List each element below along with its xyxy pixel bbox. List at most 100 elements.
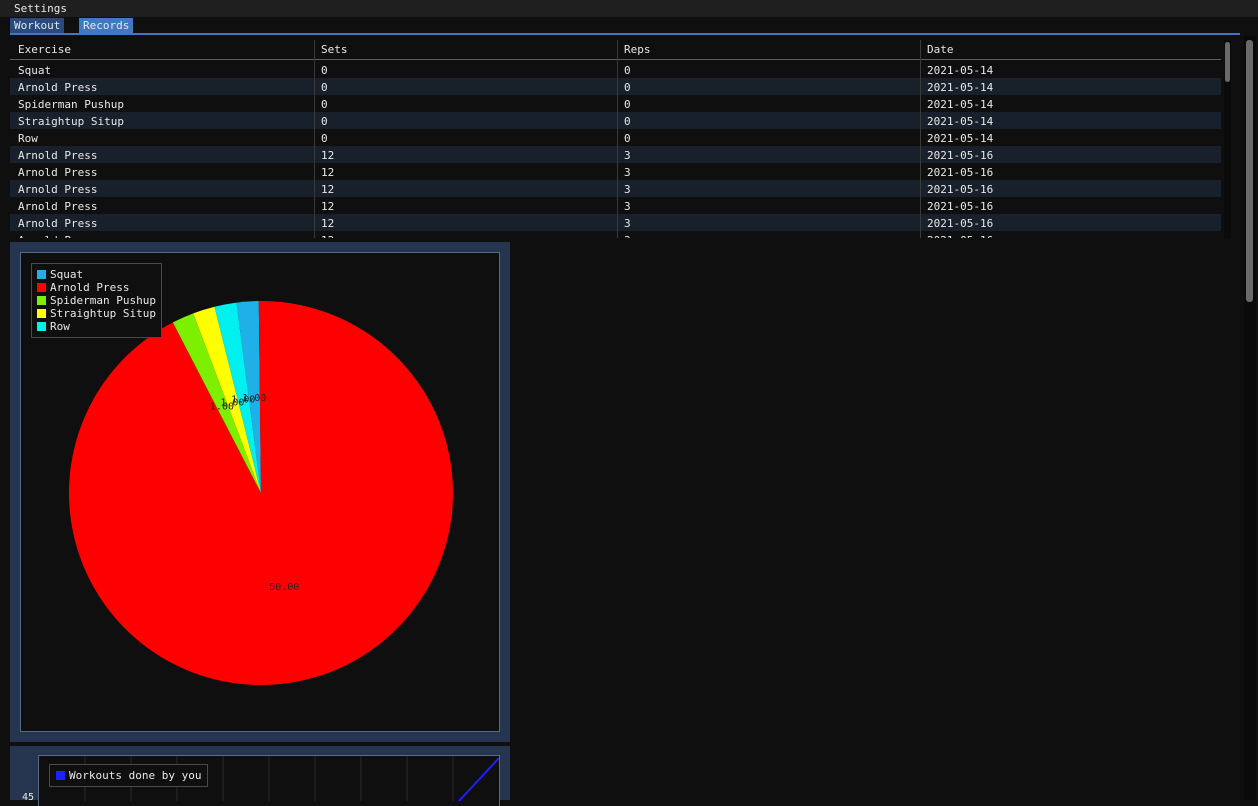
table-cell: Straightup Situp bbox=[18, 115, 124, 128]
tab-workout[interactable]: Workout bbox=[10, 18, 65, 33]
table-cell: 0 bbox=[624, 98, 631, 111]
table-row[interactable]: Row 0 0 2021-05-14 bbox=[10, 129, 1221, 146]
table-cell: 2021-05-14 bbox=[927, 98, 994, 111]
table-cell: Arnold Press bbox=[18, 217, 98, 230]
legend-label: Row bbox=[50, 320, 70, 333]
column-divider[interactable] bbox=[920, 40, 921, 238]
pie-slice-label: 50.00 bbox=[269, 582, 299, 593]
legend-label: Workouts done by you bbox=[69, 769, 202, 782]
table-row[interactable]: Arnold Press 12 3 2021-05-16 bbox=[10, 146, 1221, 163]
header-exercise[interactable]: Exercise bbox=[18, 43, 71, 56]
table-cell: Arnold Press bbox=[18, 149, 98, 162]
table-cell: 3 bbox=[624, 149, 631, 162]
legend-item: Spiderman Pushup bbox=[37, 294, 156, 307]
line-legend: Workouts done by you bbox=[49, 764, 209, 787]
tab-underline bbox=[10, 33, 1240, 35]
window-scrollbar-thumb[interactable] bbox=[1246, 40, 1253, 302]
table-cell: 3 bbox=[624, 166, 631, 179]
table-cell: 2021-05-14 bbox=[927, 132, 994, 145]
legend-swatch bbox=[37, 283, 46, 292]
legend-label: Squat bbox=[50, 268, 84, 281]
header-date[interactable]: Date bbox=[927, 43, 954, 56]
table-cell: 0 bbox=[624, 132, 631, 145]
table-cell: 3 bbox=[624, 200, 631, 213]
pie-plot-frame: 1.00 50.00 1.00 1.00 1.00 Squat Arnold Press S… bbox=[10, 242, 510, 742]
table-row[interactable]: Arnold Press 12 3 2021-05-16 bbox=[10, 231, 1221, 238]
table-cell: Arnold Press bbox=[18, 234, 97, 238]
table-cell: 0 bbox=[321, 132, 328, 145]
legend-label: Straightup Situp bbox=[50, 307, 156, 320]
table-cell: 0 bbox=[321, 115, 328, 128]
header-divider bbox=[10, 59, 1221, 60]
pie-legend: Squat Arnold Press Spiderman Pushup Straigh… bbox=[31, 263, 162, 338]
table-row[interactable]: Arnold Press 12 3 2021-05-16 bbox=[10, 197, 1221, 214]
header-sets[interactable]: Sets bbox=[321, 43, 348, 56]
table-cell: 2021-05-16 bbox=[927, 149, 994, 162]
table-cell: 0 bbox=[624, 81, 631, 94]
table-scrollbar[interactable] bbox=[1224, 40, 1231, 238]
legend-item: Squat bbox=[37, 268, 156, 281]
header-reps[interactable]: Reps bbox=[624, 43, 651, 56]
table-cell: 0 bbox=[321, 98, 328, 111]
window-scrollbar[interactable] bbox=[1244, 36, 1256, 800]
legend-swatch bbox=[56, 771, 65, 780]
legend-item: Arnold Press bbox=[37, 281, 156, 294]
table-cell: Squat bbox=[18, 64, 52, 77]
table-cell: 3 bbox=[624, 183, 631, 196]
table-cell: 2021-05-14 bbox=[927, 64, 994, 77]
column-divider[interactable] bbox=[617, 40, 618, 238]
table-cell: Row bbox=[18, 132, 38, 145]
table-cell: 2021-05-16 bbox=[927, 234, 993, 238]
legend-item: Straightup Situp bbox=[37, 307, 156, 320]
table-cell: 2021-05-16 bbox=[927, 183, 994, 196]
table-row[interactable]: Arnold Press 12 3 2021-05-16 bbox=[10, 180, 1221, 197]
table-cell: 12 bbox=[321, 149, 335, 162]
table-cell: 2021-05-16 bbox=[927, 166, 994, 179]
legend-swatch bbox=[37, 270, 46, 279]
legend-label: Arnold Press bbox=[50, 281, 130, 294]
table-cell: 0 bbox=[624, 64, 631, 77]
tab-records[interactable]: Records bbox=[79, 18, 134, 33]
legend-item: Workouts done by you bbox=[56, 769, 201, 782]
column-divider[interactable] bbox=[314, 40, 315, 238]
table-row[interactable]: Arnold Press 0 0 2021-05-14 bbox=[10, 78, 1221, 95]
window-titlebar: Settings bbox=[0, 0, 1258, 17]
table-cell: Spiderman Pushup bbox=[18, 98, 124, 111]
table-cell: 3 bbox=[624, 217, 631, 230]
legend-swatch bbox=[37, 296, 46, 305]
table-cell: 2021-05-14 bbox=[927, 115, 994, 128]
legend-label: Spiderman Pushup bbox=[50, 294, 156, 307]
legend-swatch bbox=[37, 322, 46, 331]
table-row[interactable]: Squat 0 0 2021-05-14 bbox=[10, 61, 1221, 78]
table-cell: 12 bbox=[321, 217, 335, 230]
line-plot-area[interactable]: Workouts done by you bbox=[38, 755, 500, 806]
table-cell: Arnold Press bbox=[18, 183, 98, 196]
table-header: Exercise Sets Reps Date bbox=[10, 40, 1221, 58]
table-cell: 0 bbox=[321, 81, 328, 94]
y-axis-tick: 45 bbox=[22, 792, 35, 803]
table-row[interactable]: Spiderman Pushup 0 0 2021-05-14 bbox=[10, 95, 1221, 112]
table-row[interactable]: Arnold Press 12 3 2021-05-16 bbox=[10, 214, 1221, 231]
table-cell: 12 bbox=[321, 200, 335, 213]
table-cell: Arnold Press bbox=[18, 81, 98, 94]
pie-slice[interactable] bbox=[69, 301, 453, 685]
series-line bbox=[458, 757, 499, 801]
table-cell: 2021-05-16 bbox=[927, 217, 994, 230]
table-row[interactable]: Arnold Press 12 3 2021-05-16 bbox=[10, 163, 1221, 180]
table-cell: Arnold Press bbox=[18, 166, 98, 179]
table-cell: 3 bbox=[624, 234, 631, 238]
table-cell: 12 bbox=[321, 234, 334, 238]
table-scrollbar-thumb[interactable] bbox=[1225, 42, 1230, 82]
pie-plot-area[interactable]: 1.00 50.00 1.00 1.00 1.00 Squat Arnold Press S… bbox=[20, 252, 500, 732]
line-plot-frame: Workouts done by you 45 bbox=[10, 746, 510, 806]
window-title: Settings bbox=[14, 2, 67, 15]
records-table: Exercise Sets Reps Date Squat 0 0 2021-05-1… bbox=[10, 40, 1221, 238]
table-cell: 0 bbox=[321, 64, 328, 77]
pie-slice-label: 1.00 bbox=[231, 395, 255, 406]
table-cell: 2021-05-14 bbox=[927, 81, 994, 94]
legend-swatch bbox=[37, 309, 46, 318]
table-cell: 12 bbox=[321, 166, 335, 179]
table-row[interactable]: Straightup Situp 0 0 2021-05-14 bbox=[10, 112, 1221, 129]
table-cell: Arnold Press bbox=[18, 200, 98, 213]
table-cell: 12 bbox=[321, 183, 335, 196]
